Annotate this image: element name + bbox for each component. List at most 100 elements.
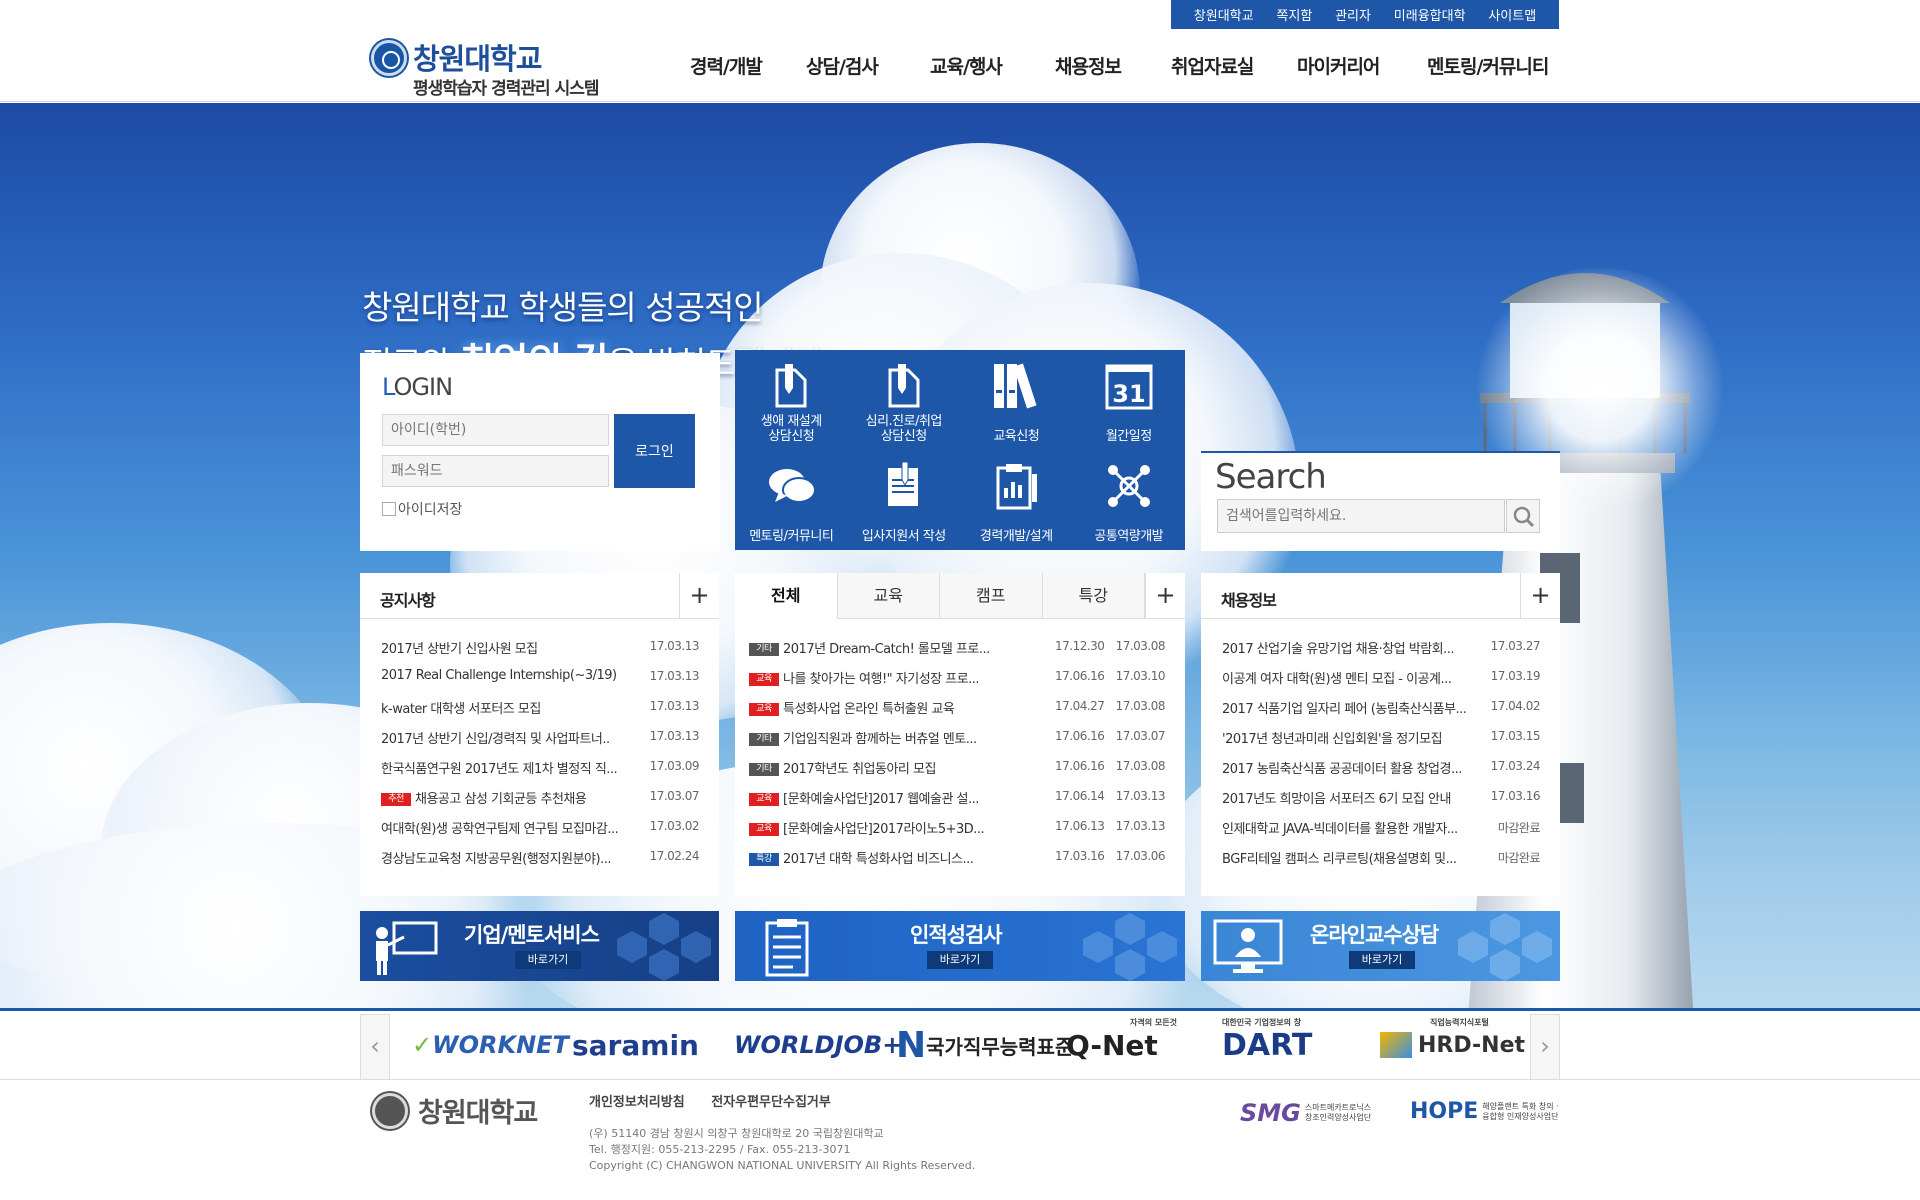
item-title: 특강 2017년 대학 특성화사업 비즈니스... [749, 848, 974, 867]
search-button[interactable] [1506, 499, 1540, 533]
logo-subtitle: 평생학습자 경력관리 시스템 [413, 79, 600, 99]
list-item[interactable]: 여대학(원)생 공학연구팀제 연구팀 모집마감... 17.03.02 [360, 813, 719, 843]
quick-resume-write[interactable]: 입사지원서 작성 [848, 450, 961, 550]
program-more-button[interactable]: + [1145, 573, 1185, 619]
footer-logo: 창원대학교 [372, 1091, 538, 1130]
list-item[interactable]: 2017년도 희망이음 서포터즈 6기 모집 안내 17.03.16 [1201, 783, 1560, 813]
tab-camp[interactable]: 캠프 [940, 573, 1043, 619]
banner-mentor-service[interactable]: 기업/멘토서비스 바로가기 [360, 911, 719, 981]
smg-logo[interactable]: SMG 스마트메카트로닉스 창조인력양성사업단 [1240, 1099, 1371, 1127]
quick-career-counsel[interactable]: 심리.진로/취업 상담신청 [848, 350, 961, 450]
nav-mentoring[interactable]: 멘토링/커뮤니티 [1427, 52, 1549, 79]
tab-all[interactable]: 전체 [735, 573, 838, 619]
item-title-text: 2017 산업기술 유망기업 채용·창업 박람회... [1222, 642, 1455, 657]
hope-mark: HOPE [1410, 1099, 1479, 1124]
list-item[interactable]: 인제대학교 JAVA-빅데이터를 활용한 개발자... 마감완료 [1201, 813, 1560, 843]
item-date: 17.03.13 [1115, 789, 1166, 803]
nav-my-career[interactable]: 마이커리어 [1297, 52, 1380, 79]
list-item[interactable]: 2017년 상반기 신입/경력직 및 사업파트너.. 17.03.13 [360, 723, 719, 753]
site-logo[interactable]: 창원대학교 평생학습자 경력관리 시스템 [371, 36, 641, 99]
list-item[interactable]: '2017년 청년과미래 신입회원'을 정기모집 17.03.15 [1201, 723, 1560, 753]
list-item[interactable]: 교육 특성화사업 온라인 특허출원 교육 17.04.27 17.03.08 [735, 693, 1185, 723]
list-item[interactable]: 기타 기업임직원과 함께하는 버츄얼 멘토... 17.06.16 17.03.07 [735, 723, 1185, 753]
banner-go-button[interactable]: 바로가기 [1349, 951, 1415, 969]
list-item[interactable]: 2017 Real Challenge Internship(~3/19) 17.… [360, 663, 719, 693]
quick-education-apply[interactable]: 교육신청 [960, 350, 1073, 450]
list-item[interactable]: 추천 채용공고 삼성 기회균등 추천채용 17.03.07 [360, 783, 719, 813]
util-link-admin[interactable]: 관리자 [1335, 5, 1371, 24]
list-item[interactable]: 2017년 상반기 신입사원 모집 17.03.13 [360, 633, 719, 663]
list-item[interactable]: k-water 대학생 서포터즈 모집 17.03.13 [360, 693, 719, 723]
util-link-sitemap[interactable]: 사이트맵 [1488, 5, 1536, 24]
partner-saramin[interactable]: saramin [572, 1025, 699, 1065]
list-item[interactable]: 2017 식품기업 일자리 페어 (농림축산식품부... 17.04.02 [1201, 693, 1560, 723]
item-end-date: 17.06.16 [1055, 729, 1105, 743]
list-item[interactable]: 2017 산업기술 유망기업 채용·창업 박람회... 17.03.27 [1201, 633, 1560, 663]
jobs-more-button[interactable]: + [1520, 573, 1560, 619]
list-item[interactable]: 교육 나를 찾아가는 여행!" 자기성장 프로... 17.06.16 17.03.1… [735, 663, 1185, 693]
banner-online-counsel[interactable]: 온라인교수상담 바로가기 [1201, 911, 1560, 981]
id-input[interactable] [382, 414, 609, 446]
item-title-text: 2017년도 희망이음 서포터즈 6기 모집 안내 [1222, 792, 1451, 807]
hope-logo[interactable]: HOPE 해양플랜트 특화 창의 · 융합형 인재양성사업단 [1410, 1099, 1559, 1124]
nav-resources[interactable]: 취업자료실 [1171, 52, 1254, 79]
partner-dart[interactable]: 대한민국 기업정보의 창 DART [1222, 1018, 1312, 1065]
quick-monthly-schedule[interactable]: 31 월간일정 [1073, 350, 1186, 450]
partner-name: WORLDJOB+ [734, 1031, 903, 1059]
quick-mentoring[interactable]: 멘토링/커뮤니티 [735, 450, 848, 550]
nav-career-dev[interactable]: 경력/개발 [690, 52, 763, 79]
list-item[interactable]: 교육 [문화예술사업단]2017라이노5+3D... 17.06.13 17.03.1… [735, 813, 1185, 843]
partner-ncs[interactable]: N 국가직무능력표준 [896, 1025, 1073, 1066]
item-title: k-water 대학생 서포터즈 모집 [381, 698, 541, 717]
banner-go-button[interactable]: 바로가기 [515, 951, 581, 969]
list-item[interactable]: BGF리테일 캠퍼스 리쿠르팅(채용설명회 및... 마감완료 [1201, 843, 1560, 873]
quick-competency[interactable]: 공통역량개발 [1073, 450, 1186, 550]
partner-worldjob[interactable]: WORLDJOB+ [734, 1025, 902, 1065]
banner-aptitude-test[interactable]: 인적성검사 바로가기 [735, 911, 1185, 981]
password-input[interactable] [382, 455, 609, 487]
quick-life-redesign-counsel[interactable]: 생애 재설계 상담신청 [735, 350, 848, 450]
nav-jobs[interactable]: 채용정보 [1055, 52, 1122, 79]
list-item[interactable]: 경상남도교육청 지방공무원(행정지원분야)... 17.02.24 [360, 843, 719, 873]
list-item[interactable]: 기타 2017년 Dream-Catch! 롤모델 프로... 17.12.30 17… [735, 633, 1185, 663]
util-link-messages[interactable]: 쪽지함 [1276, 5, 1312, 24]
item-title: 2017 Real Challenge Internship(~3/19) [381, 668, 617, 683]
banner-go-button[interactable]: 바로가기 [927, 951, 993, 969]
item-title-text: 2017학년도 취업동아리 모집 [783, 762, 936, 777]
program-tabs: 전체 교육 캠프 특강 [735, 573, 1145, 619]
item-title: 2017 산업기술 유망기업 채용·창업 박람회... [1222, 638, 1455, 657]
util-link-future-college[interactable]: 미래융합대학 [1394, 5, 1466, 24]
partners-prev-button[interactable]: ‹ [360, 1014, 390, 1080]
save-id-checkbox[interactable]: 아이디저장 [382, 499, 462, 519]
nav-education[interactable]: 교육/행사 [930, 52, 1003, 79]
notice-more-button[interactable]: + [679, 573, 719, 619]
tab-education[interactable]: 교육 [837, 573, 940, 619]
item-date: 17.04.02 [1490, 699, 1541, 713]
search-input[interactable] [1217, 499, 1505, 533]
checkbox-icon[interactable] [382, 502, 396, 516]
item-date: 17.03.09 [649, 759, 700, 773]
email-refusal-link[interactable]: 전자우편무단수집거부 [711, 1095, 831, 1110]
item-end-date: 17.06.16 [1055, 759, 1105, 773]
login-button[interactable]: 로그인 [614, 414, 695, 488]
item-date: 17.03.24 [1490, 759, 1541, 773]
address-text: (우) 51140 경남 창원시 의창구 창원대학로 20 국립창원대학교 [589, 1127, 884, 1140]
list-item[interactable]: 한국식품연구원 2017년도 제1차 별정직 직... 17.03.09 [360, 753, 719, 783]
partner-qnet[interactable]: 자격의 모든것 Q-Net [1066, 1018, 1177, 1065]
list-item[interactable]: 특강 2017년 대학 특성화사업 비즈니스... 17.03.16 17.03.06 [735, 843, 1185, 873]
partner-worknet[interactable]: ✓ WORKNET [412, 1025, 569, 1065]
privacy-policy-link[interactable]: 개인정보처리방침 [589, 1095, 685, 1110]
list-item[interactable]: 이공계 여자 대학(원)생 멘티 모집 - 이공계... 17.03.19 [1201, 663, 1560, 693]
partner-hrdnet[interactable]: 직업능력지식포털 HRD-Net [1380, 1018, 1525, 1065]
tab-lecture[interactable]: 특강 [1042, 573, 1145, 619]
partner-small: 직업능력지식포털 [1430, 1018, 1489, 1027]
quick-career-plan[interactable]: 경력개발/설계 [960, 450, 1073, 550]
list-item[interactable]: 교육 [문화예술사업단]2017 웹예술관 설... 17.06.14 17.03.1… [735, 783, 1185, 813]
list-item[interactable]: 기타 2017학년도 취업동아리 모집 17.06.16 17.03.08 [735, 753, 1185, 783]
nav-counseling[interactable]: 상담/검사 [806, 52, 879, 79]
list-item[interactable]: 2017 농림축산식품 공공데이터 활용 창업경... 17.03.24 [1201, 753, 1560, 783]
item-date: 17.03.07 [1115, 729, 1166, 743]
quick-label: 월간일정 [1105, 429, 1152, 444]
util-link-cwnu[interactable]: 창원대학교 [1194, 5, 1254, 24]
partners-next-button[interactable]: › [1530, 1014, 1560, 1080]
